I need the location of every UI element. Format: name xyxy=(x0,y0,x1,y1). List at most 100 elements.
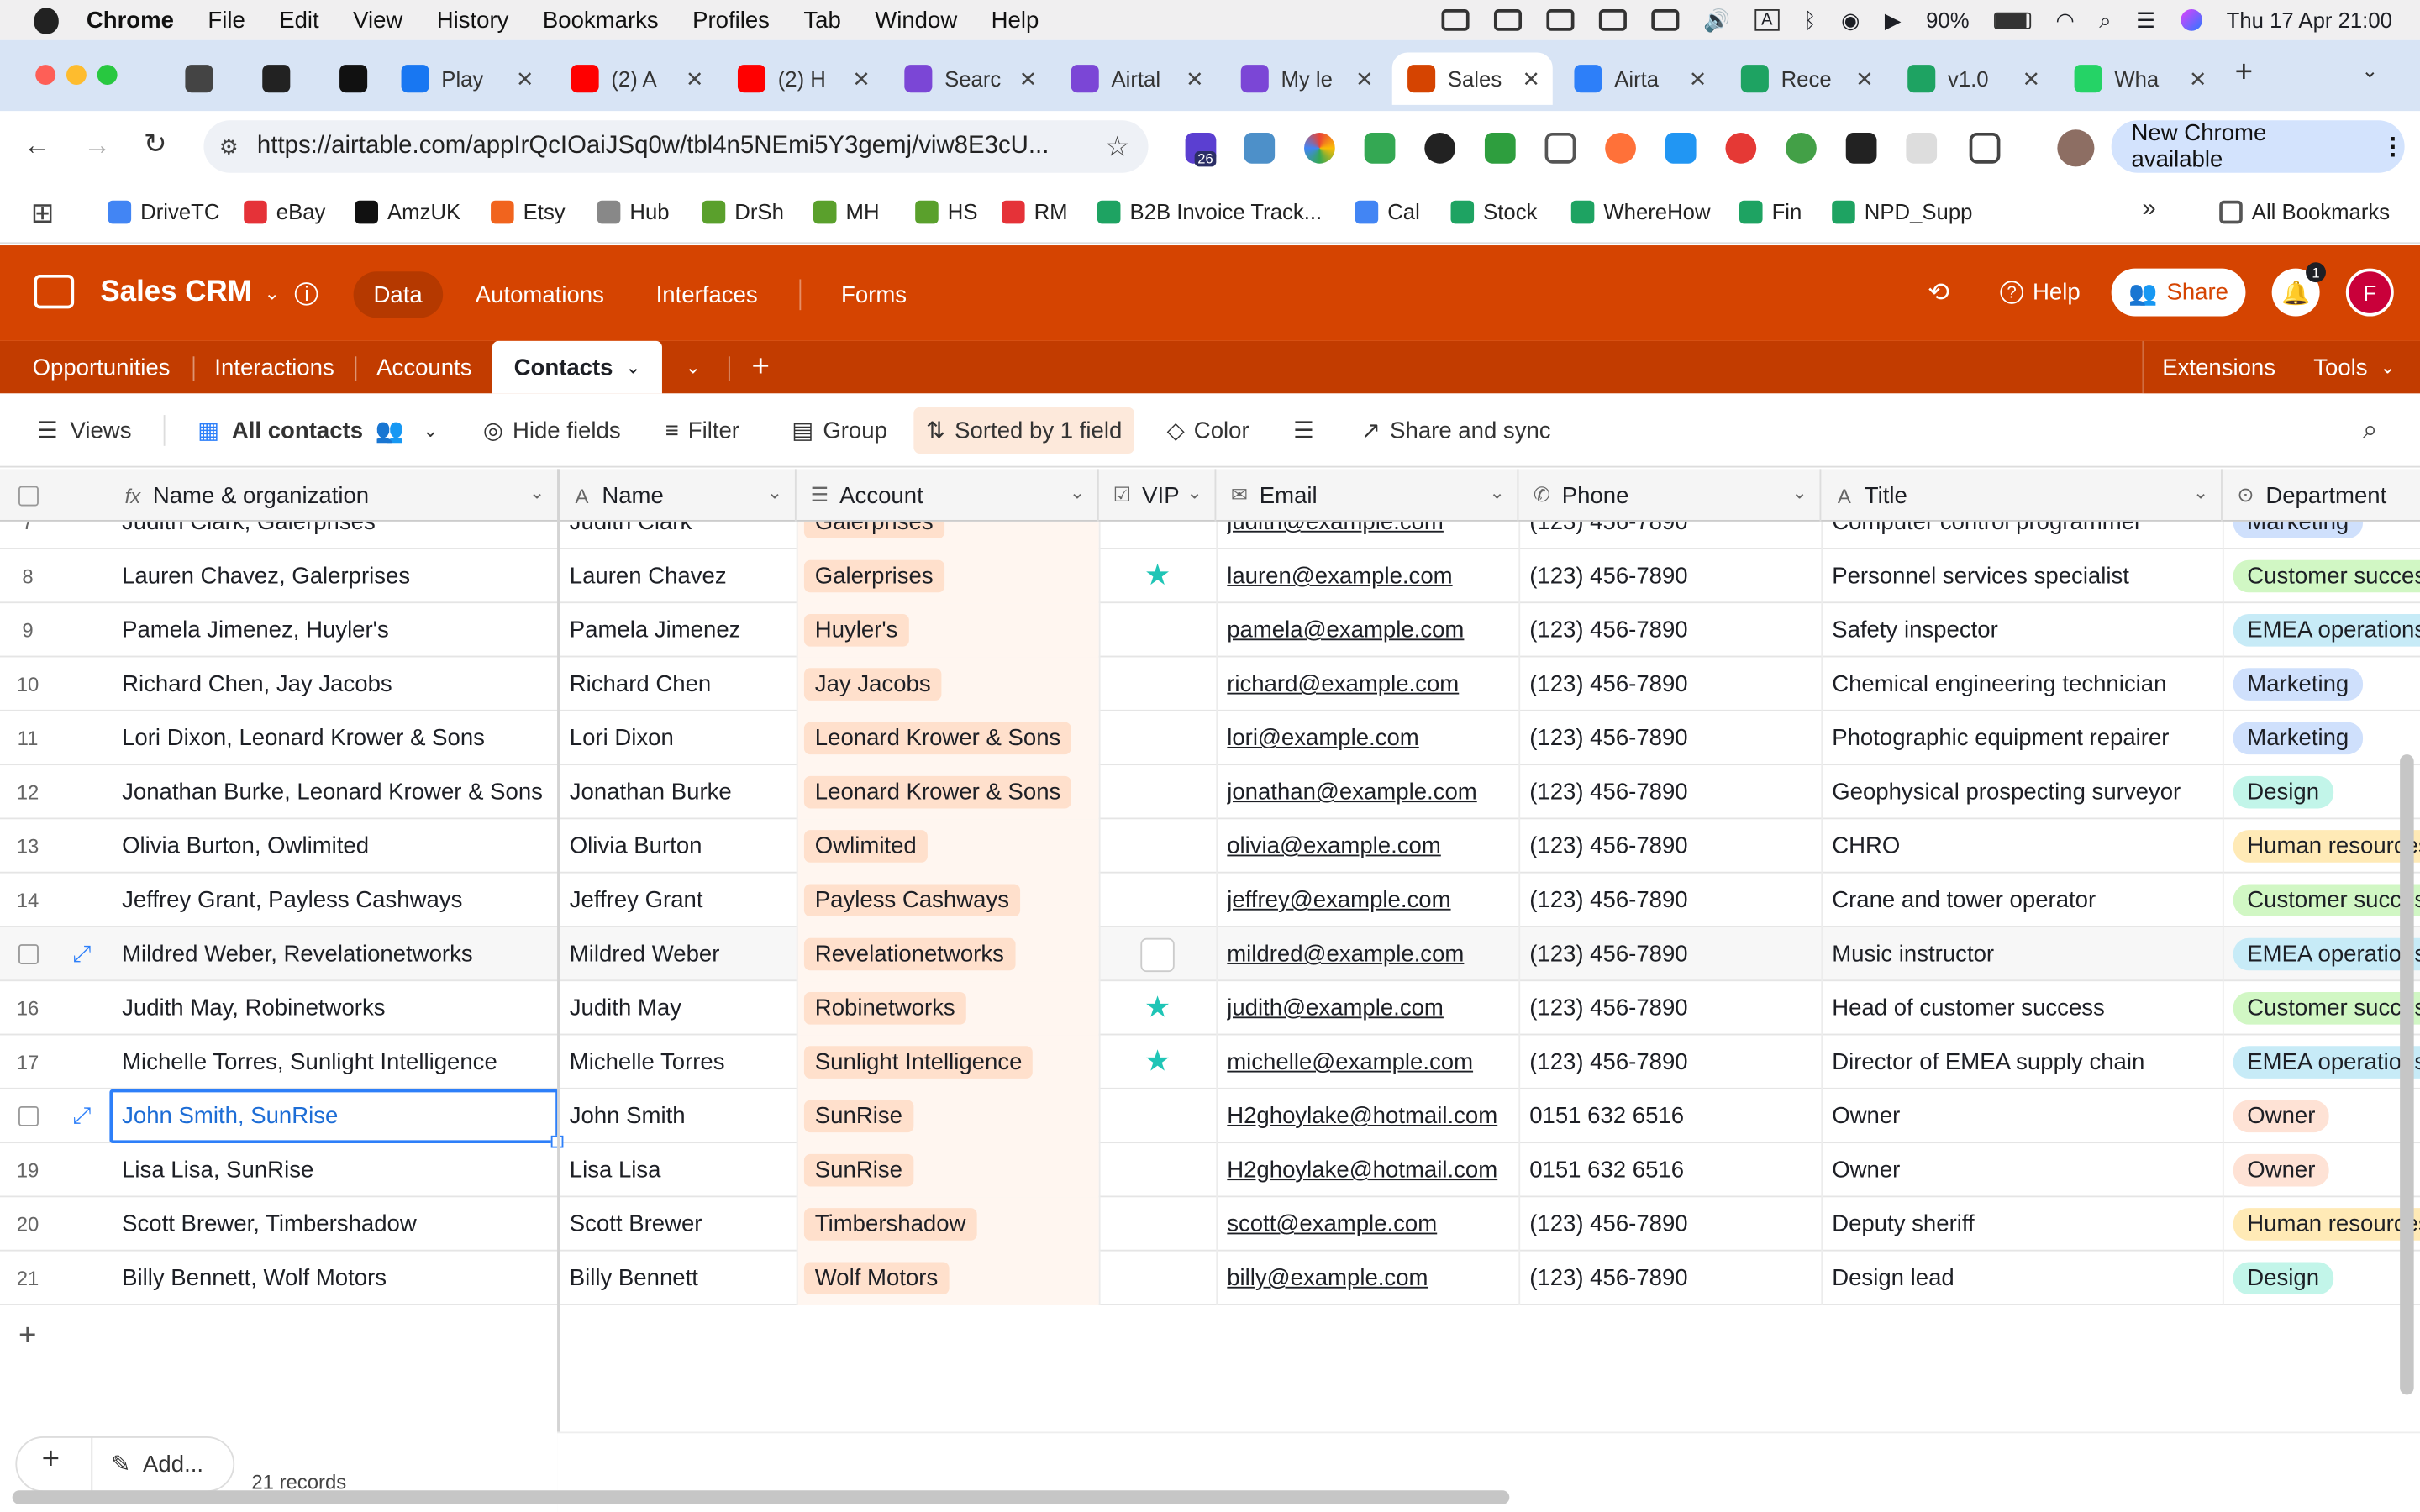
email-link[interactable]: michelle@example.com xyxy=(1227,1049,1473,1075)
share-button[interactable]: 👥 Share xyxy=(2111,268,2246,317)
chevron-down-icon[interactable]: ⌄ xyxy=(1070,481,1085,503)
fullscreen-icon[interactable] xyxy=(1544,132,1576,164)
row-number-cell[interactable]: ⤢ xyxy=(0,1089,109,1143)
chevron-down-icon[interactable]: ⌄ xyxy=(2193,481,2208,503)
bookmark-item[interactable]: MH xyxy=(813,199,880,223)
email-link[interactable]: pamela@example.com xyxy=(1227,617,1464,643)
name-cell[interactable]: Michelle Torres xyxy=(570,1035,793,1089)
bookmark-star-icon[interactable]: ☆ xyxy=(1105,130,1130,163)
vip-cell[interactable] xyxy=(1099,711,1217,765)
forward-button[interactable]: → xyxy=(83,129,111,162)
bookmark-item[interactable]: B2B Invoice Track... xyxy=(1097,199,1322,223)
vip-cell[interactable] xyxy=(1099,927,1217,981)
name-cell[interactable]: Pamela Jimenez xyxy=(570,603,793,657)
name-org-cell[interactable]: Jeffrey Grant, Payless Cashways xyxy=(122,874,554,927)
title-cell[interactable]: Geophysical prospecting surveyor xyxy=(1832,765,2221,819)
search-icon[interactable]: ⌕ xyxy=(2363,415,2378,446)
puzzle-icon[interactable] xyxy=(1969,132,2001,164)
account-link-chip[interactable]: Leonard Krower & Sons xyxy=(803,775,1072,809)
site-info-icon[interactable]: ⚙ xyxy=(219,134,239,160)
extension-icon[interactable] xyxy=(1364,132,1396,164)
row-number-cell[interactable]: 21 xyxy=(0,1252,109,1305)
email-link[interactable]: judith@example.com xyxy=(1227,995,1444,1021)
table-row[interactable]: 11 Lori Dixon, Leonard Krower & Sons Lori … xyxy=(0,711,2420,766)
column-header-vip[interactable]: ☑ VIP ⌄ xyxy=(1099,469,1217,522)
bluetooth-icon[interactable]: ᛒ xyxy=(1803,8,1816,32)
email-cell[interactable]: H2ghoylake@hotmail.com xyxy=(1227,1143,1517,1197)
share-sync-button[interactable]: ↗ Share and sync xyxy=(1349,407,1563,454)
vip-checkbox[interactable] xyxy=(1140,937,1175,972)
extension-icon[interactable] xyxy=(1304,132,1335,164)
bookmark-item[interactable]: eBay xyxy=(244,199,325,223)
add-table-icon[interactable]: + xyxy=(751,341,769,393)
close-tab-icon[interactable]: ✕ xyxy=(516,66,534,92)
department-cell[interactable]: Design xyxy=(2233,1252,2420,1305)
chevron-down-icon[interactable]: ⌄ xyxy=(1186,481,1202,503)
close-tab-icon[interactable]: ✕ xyxy=(852,66,871,92)
browser-tab[interactable] xyxy=(324,52,386,104)
email-cell[interactable]: lauren@example.com xyxy=(1227,549,1517,603)
phone-cell[interactable]: (123) 456-7890 xyxy=(1529,603,1819,657)
vip-cell[interactable] xyxy=(1099,1089,1217,1143)
email-cell[interactable]: richard@example.com xyxy=(1227,657,1517,711)
close-window-button[interactable] xyxy=(35,65,56,86)
row-number-cell[interactable]: 11 xyxy=(0,711,109,765)
bookmark-item[interactable]: Hub xyxy=(597,199,670,223)
horizontal-scrollbar[interactable] xyxy=(12,1490,1510,1504)
group-button[interactable]: ▤ Group xyxy=(780,407,900,454)
title-cell[interactable]: Director of EMEA supply chain xyxy=(1832,1035,2221,1089)
vip-cell[interactable] xyxy=(1099,1197,1217,1251)
account-cell[interactable]: Galerprises xyxy=(796,549,1099,604)
name-org-cell[interactable]: Mildred Weber, Revelationetworks xyxy=(122,927,554,981)
color-button[interactable]: ◇ Color xyxy=(1155,407,1261,454)
table-row[interactable]: 13 Olivia Burton, Owlimited Olivia Burton O… xyxy=(0,819,2420,874)
account-cell[interactable]: Timbershadow xyxy=(796,1197,1099,1252)
close-tab-icon[interactable]: ✕ xyxy=(1523,66,1541,92)
account-link-chip[interactable]: SunRise xyxy=(803,1153,913,1187)
bookmark-item[interactable]: AmzUK xyxy=(355,199,460,223)
user-icon[interactable]: ◉ xyxy=(1841,7,1860,33)
name-cell[interactable]: Lisa Lisa xyxy=(570,1143,793,1197)
table-row[interactable]: ⤢ John Smith, SunRise John Smith SunRise H2g… xyxy=(0,1089,2420,1148)
extension-icon[interactable] xyxy=(1484,132,1516,164)
base-icon[interactable] xyxy=(34,274,75,309)
account-cell[interactable]: Leonard Krower & Sons xyxy=(796,765,1099,820)
extension-icon[interactable] xyxy=(1725,132,1757,164)
name-cell[interactable]: Olivia Burton xyxy=(570,819,793,873)
department-cell[interactable]: Marketing xyxy=(2233,657,2420,711)
account-cell[interactable]: Sunlight Intelligence xyxy=(796,1035,1099,1089)
row-checkbox[interactable] xyxy=(18,1105,39,1126)
bookmark-item[interactable]: Stock xyxy=(1450,199,1537,223)
email-cell[interactable]: billy@example.com xyxy=(1227,1252,1517,1305)
extension-icon[interactable] xyxy=(1906,132,1938,164)
account-link-chip[interactable]: Payless Cashways xyxy=(803,884,1020,917)
browser-tab[interactable]: Airtal ✕ xyxy=(1055,52,1216,104)
account-link-chip[interactable]: Sunlight Intelligence xyxy=(803,1046,1034,1079)
phone-cell[interactable]: (123) 456-7890 xyxy=(1529,657,1819,711)
browser-tab[interactable]: Airta ✕ xyxy=(1559,52,1719,104)
close-tab-icon[interactable]: ✕ xyxy=(1019,66,1038,92)
phone-cell[interactable]: 0151 632 6516 xyxy=(1529,1089,1819,1143)
title-cell[interactable]: Owner xyxy=(1832,1143,2221,1197)
views-button[interactable]: ☰ Views xyxy=(24,407,144,454)
account-cell[interactable]: Payless Cashways xyxy=(796,873,1099,927)
siri-icon[interactable] xyxy=(2180,9,2202,31)
vip-cell[interactable] xyxy=(1099,819,1217,873)
row-number-cell[interactable]: 9 xyxy=(0,603,109,657)
status-app-icon[interactable] xyxy=(1650,9,1679,31)
menu-bookmarks[interactable]: Bookmarks xyxy=(543,7,659,33)
account-cell[interactable]: Revelationetworks xyxy=(796,927,1099,982)
table-row[interactable]: 17 Michelle Torres, Sunlight Intelligence… xyxy=(0,1035,2420,1089)
department-cell[interactable]: Human resources xyxy=(2233,819,2420,873)
back-button[interactable]: ← xyxy=(24,129,51,162)
new-chrome-available-button[interactable]: New Chrome available ⋮ xyxy=(2111,120,2405,173)
view-switcher[interactable]: ▦ All contacts 👥 ⌄ xyxy=(185,407,450,454)
column-header-name[interactable]: A Name ⌄ xyxy=(559,469,797,522)
browser-tab[interactable] xyxy=(170,52,231,104)
all-bookmarks-folder[interactable]: All Bookmarks xyxy=(2219,199,2390,223)
close-tab-icon[interactable]: ✕ xyxy=(686,66,704,92)
phone-cell[interactable]: (123) 456-7890 xyxy=(1529,927,1819,981)
table-row[interactable]: 12 Jonathan Burke, Leonard Krower & Sons J… xyxy=(0,765,2420,820)
email-cell[interactable]: michelle@example.com xyxy=(1227,1035,1517,1089)
nav-forms[interactable]: Forms xyxy=(821,271,927,318)
